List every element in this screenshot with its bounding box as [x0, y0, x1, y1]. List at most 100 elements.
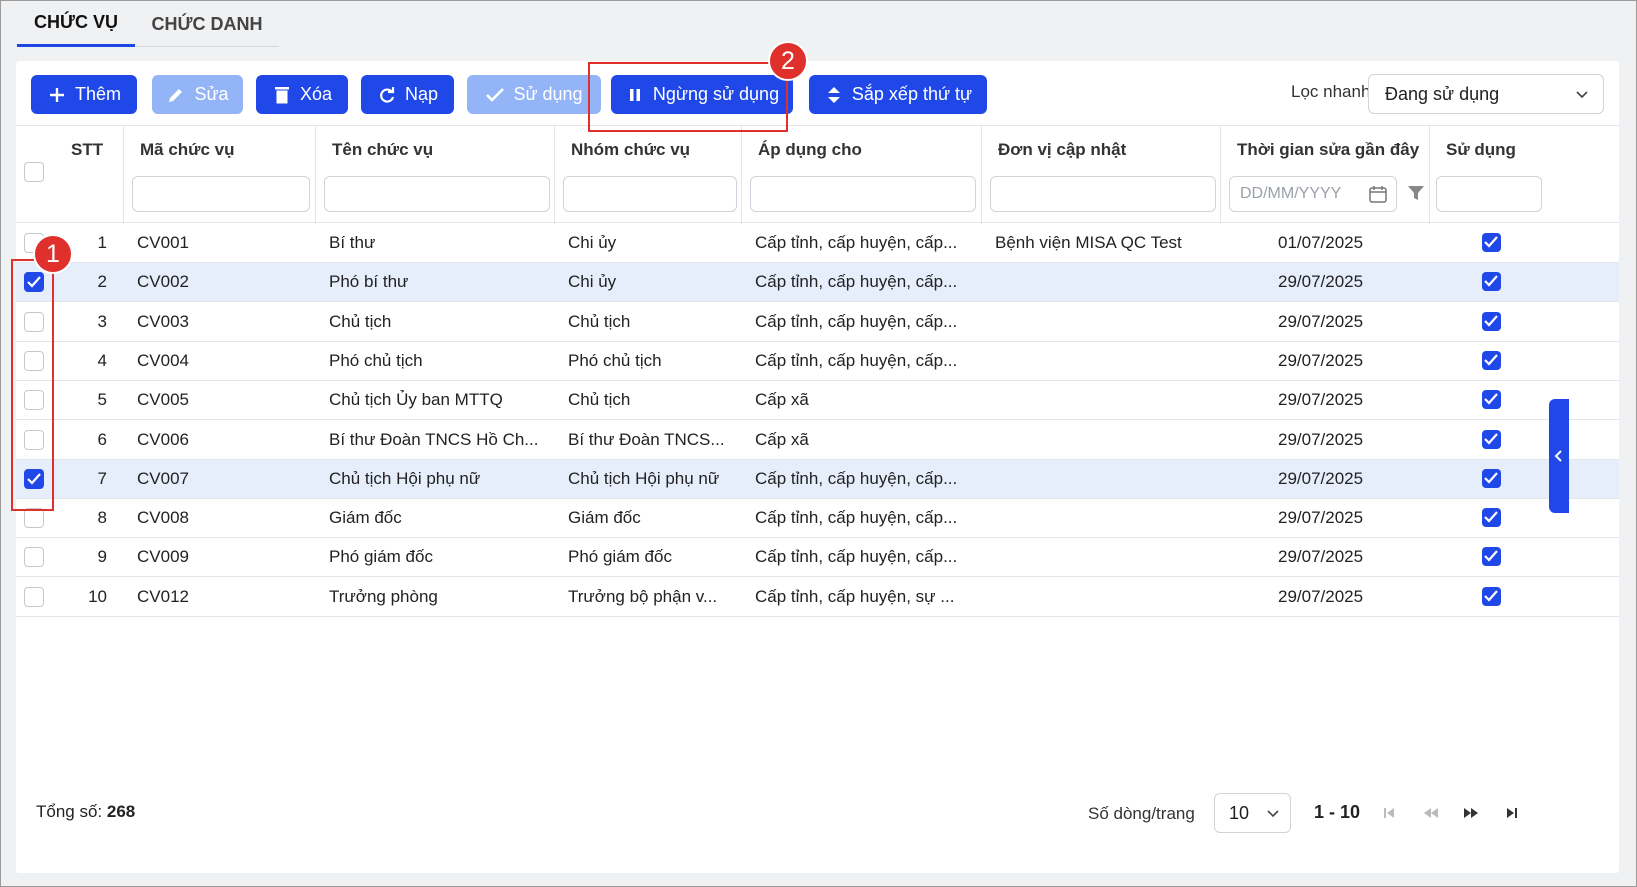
cell-name: Chủ tịch Hội phụ nữ — [329, 468, 481, 488]
cell-name: Giám đốc — [329, 508, 402, 528]
cell-stt: 7 — [97, 468, 107, 488]
plus-icon — [47, 85, 67, 105]
in-use-checkbox[interactable] — [1482, 233, 1501, 252]
quick-filter-select[interactable]: Đang sử dụng — [1368, 74, 1604, 114]
cell-stt: 1 — [97, 233, 107, 252]
use-button[interactable]: Sử dụng — [467, 75, 601, 114]
delete-button[interactable]: Xóa — [256, 75, 348, 114]
cell-modified: 29/07/2025 — [1278, 429, 1364, 449]
cell-name: Chủ tịch Ủy ban MTTQ — [329, 390, 503, 410]
in-use-checkbox[interactable] — [1482, 350, 1501, 370]
last-page-icon[interactable] — [1502, 803, 1522, 823]
cell-code: CV005 — [137, 390, 189, 410]
cell-group: Trưởng bộ phận v... — [568, 586, 718, 606]
select-all-checkbox[interactable] — [24, 162, 44, 182]
use-button-label: Sử dụng — [513, 84, 583, 104]
cell-stt: 2 — [97, 272, 107, 292]
trash-icon — [272, 85, 292, 105]
row-select-checkbox[interactable] — [24, 390, 44, 411]
stop-use-button[interactable]: Ngừng sử dụng — [611, 75, 793, 114]
cell-modified: 29/07/2025 — [1278, 586, 1364, 606]
cell-apply: Cấp tỉnh, cấp huyện, cấp... — [755, 468, 958, 488]
filter-funnel-icon[interactable] — [1407, 184, 1425, 207]
sort-order-button-label: Sắp xếp thứ tự — [851, 84, 973, 104]
row-select-checkbox[interactable] — [24, 311, 44, 332]
in-use-checkbox[interactable] — [1482, 586, 1501, 606]
table-row[interactable]: 9 CV009 Phó giám đốc Phó giám đốc Cấp tỉnh, … — [16, 538, 1619, 578]
cell-group: Phó giám đốc — [568, 547, 672, 567]
in-use-checkbox[interactable] — [1482, 547, 1501, 567]
side-panel-toggle[interactable] — [1549, 399, 1569, 513]
row-select-checkbox[interactable] — [24, 350, 44, 371]
group-filter-input[interactable] — [563, 176, 737, 212]
cell-code: CV003 — [137, 311, 189, 331]
table-row[interactable]: 5 CV005 Chủ tịch Ủy ban MTTQ Chủ tịch Cấp xã… — [16, 381, 1619, 421]
apply-filter-input[interactable] — [750, 176, 976, 212]
total-label: Tổng số: — [36, 802, 103, 821]
sort-icon — [824, 85, 844, 105]
per-page-select[interactable]: 10 — [1214, 793, 1291, 833]
table-row[interactable]: 3 CV003 Chủ tịch Chủ tịch Cấp tỉnh, cấp huyệ… — [16, 302, 1619, 342]
header-apply-label: Áp dụng cho — [758, 140, 862, 159]
unit-filter-input[interactable] — [990, 176, 1216, 212]
table-row[interactable]: 1 CV001 Bí thư Chi ủy Cấp tỉnh, cấp huyện, c… — [16, 224, 1619, 263]
cell-apply: Cấp tỉnh, cấp huyện, cấp... — [755, 350, 958, 370]
cell-code: CV009 — [137, 547, 189, 567]
header-in-use: Sử dụng — [1429, 126, 1619, 224]
in-use-filter-input[interactable] — [1436, 176, 1542, 212]
prev-page-icon[interactable] — [1421, 803, 1441, 823]
header-modified-label: Thời gian sửa gần đây — [1237, 140, 1420, 159]
cell-group: Giám đốc — [568, 508, 641, 528]
in-use-checkbox[interactable] — [1482, 508, 1501, 528]
cell-name: Phó chủ tịch — [329, 350, 423, 370]
tab-bar: CHỨC VỤ CHỨC DANH — [17, 1, 279, 47]
row-select-checkbox[interactable] — [24, 429, 44, 450]
reload-button-label: Nạp — [404, 84, 439, 104]
cell-name: Phó bí thư — [329, 272, 409, 292]
row-select-checkbox[interactable] — [24, 508, 44, 529]
cell-code: CV001 — [137, 233, 189, 252]
row-select-checkbox[interactable] — [24, 468, 44, 489]
sort-order-button[interactable]: Sắp xếp thứ tự — [809, 75, 987, 114]
in-use-checkbox[interactable] — [1482, 429, 1501, 449]
in-use-checkbox[interactable] — [1482, 311, 1501, 331]
reload-button[interactable]: Nạp — [361, 75, 454, 114]
in-use-checkbox[interactable] — [1482, 468, 1501, 488]
table-row[interactable]: 4 CV004 Phó chủ tịch Phó chủ tịch Cấp tỉnh, … — [16, 341, 1619, 381]
in-use-checkbox[interactable] — [1482, 390, 1501, 410]
main-panel: Thêm Sửa Xóa Nạp Sử dụng Ngừng sử dụng S… — [16, 61, 1619, 873]
next-page-icon[interactable] — [1461, 803, 1481, 823]
cell-apply: Cấp tỉnh, cấp huyện, cấp... — [755, 272, 958, 292]
tab-chuc-danh[interactable]: CHỨC DANH — [135, 1, 279, 47]
name-filter-input[interactable] — [324, 176, 550, 212]
header-modified: Thời gian sửa gần đây DD/MM/YYYY — [1220, 126, 1429, 224]
table-row[interactable]: 6 CV006 Bí thư Đoàn TNCS Hồ Ch... Bí thư Đo… — [16, 420, 1619, 460]
header-stt-label: STT — [71, 140, 104, 159]
tab-chuc-vu[interactable]: CHỨC VỤ — [17, 1, 135, 47]
chevron-down-icon — [1575, 85, 1589, 106]
row-select-checkbox[interactable] — [24, 547, 44, 568]
quick-filter-label: Lọc nhanh — [1291, 82, 1371, 101]
cell-group: Chi ủy — [568, 272, 617, 292]
code-filter-input[interactable] — [132, 176, 310, 212]
row-select-checkbox[interactable] — [24, 272, 44, 293]
cell-code: CV006 — [137, 429, 189, 449]
header-in-use-label: Sử dụng — [1446, 140, 1516, 159]
table-row[interactable]: 8 CV008 Giám đốc Giám đốc Cấp tỉnh, cấp huyệ… — [16, 499, 1619, 539]
cell-stt: 9 — [97, 547, 107, 567]
header-name: Tên chức vụ — [315, 126, 554, 224]
cell-name: Bí thư — [329, 233, 376, 252]
table-row[interactable]: 7 CV007 Chủ tịch Hội phụ nữ Chủ tịch Hội ph… — [16, 459, 1619, 499]
header-unit-label: Đơn vị cập nhật — [998, 140, 1127, 159]
edit-button[interactable]: Sửa — [152, 75, 243, 114]
table-row[interactable]: 2 CV002 Phó bí thư Chi ủy Cấp tỉnh, cấp huyệ… — [16, 263, 1619, 303]
delete-button-label: Xóa — [299, 84, 333, 104]
calendar-icon[interactable] — [1368, 184, 1388, 209]
total-count: Tổng số: 268 — [36, 802, 135, 822]
first-page-icon[interactable] — [1379, 803, 1399, 823]
add-button[interactable]: Thêm — [31, 75, 137, 114]
row-select-checkbox[interactable] — [24, 586, 44, 607]
in-use-checkbox[interactable] — [1482, 272, 1501, 292]
table-row[interactable]: 10 CV012 Trưởng phòng Trưởng bộ phận v... Cấ… — [16, 577, 1619, 617]
date-filter-input[interactable]: DD/MM/YYYY — [1229, 176, 1397, 212]
